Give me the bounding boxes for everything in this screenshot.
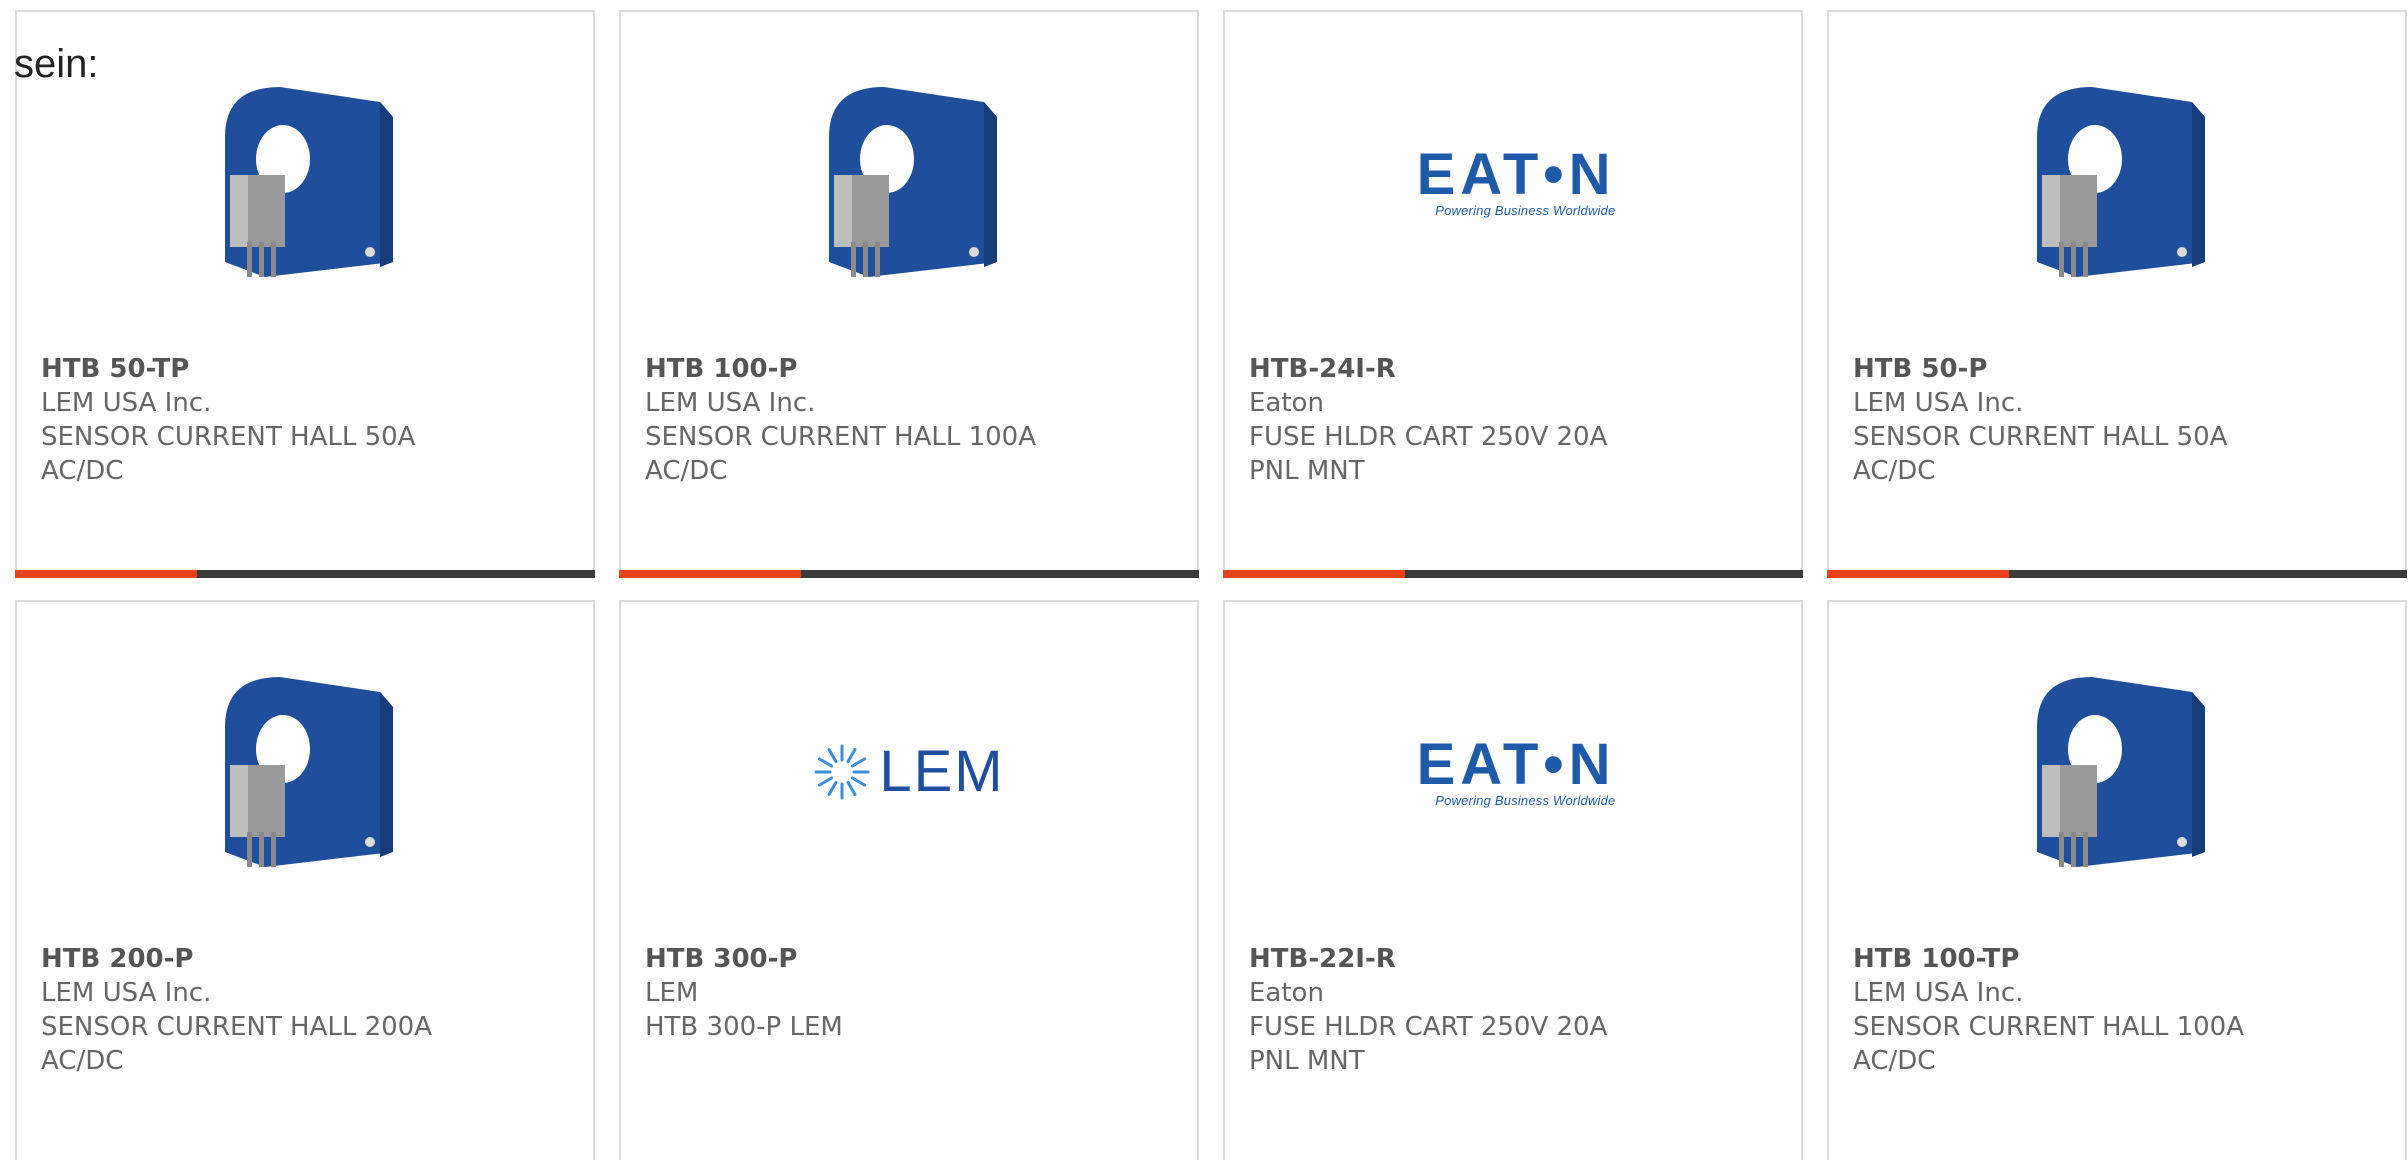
part-number[interactable]: HTB 100-P — [645, 352, 1173, 386]
card-accent-bar — [1827, 570, 2407, 578]
part-number[interactable]: HTB-22I-R — [1249, 942, 1777, 976]
part-number[interactable]: HTB 200-P — [41, 942, 569, 976]
part-number[interactable]: HTB 50-TP — [41, 352, 569, 386]
current-sensor-image — [205, 667, 405, 877]
card-accent-bar — [619, 570, 1199, 578]
manufacturer: LEM USA Inc. — [1853, 978, 2024, 1008]
product-image[interactable]: EAT•N Powering Business Worldwide — [1225, 72, 1801, 292]
card-accent-bar — [1223, 570, 1803, 578]
current-sensor-image — [809, 77, 1009, 287]
intro-text: sein: — [14, 42, 99, 86]
description: SENSOR CURRENT HALL 100A AC/DC — [1853, 1012, 2245, 1076]
product-grid: HTB 50-TP LEM USA Inc. SENSOR CURRENT HA… — [15, 10, 2407, 1160]
lem-logo: LEM — [813, 743, 1004, 801]
product-card[interactable]: LEM HTB 300-P LEM HTB 300-P LEM — [619, 600, 1199, 1160]
manufacturer: LEM USA Inc. — [41, 978, 212, 1008]
part-number[interactable]: HTB 100-TP — [1853, 942, 2381, 976]
product-card[interactable]: EAT•N Powering Business Worldwide HTB-24… — [1223, 10, 1803, 578]
description: SENSOR CURRENT HALL 50A AC/DC — [1853, 422, 2228, 486]
product-image[interactable]: LEM — [621, 662, 1197, 882]
current-sensor-image — [2017, 77, 2217, 287]
current-sensor-image — [2017, 667, 2217, 877]
description: HTB 300-P LEM — [645, 1012, 843, 1042]
product-image[interactable]: EAT•N Powering Business Worldwide — [1225, 662, 1801, 882]
product-card[interactable]: HTB 50-TP LEM USA Inc. SENSOR CURRENT HA… — [15, 10, 595, 578]
description: FUSE HLDR CART 250V 20A PNL MNT — [1249, 1012, 1608, 1076]
manufacturer: LEM USA Inc. — [41, 388, 212, 418]
part-number[interactable]: HTB 300-P — [645, 942, 1173, 976]
manufacturer: LEM USA Inc. — [645, 388, 816, 418]
description: SENSOR CURRENT HALL 200A AC/DC — [41, 1012, 433, 1076]
eaton-logo-tagline: Powering Business Worldwide — [1435, 792, 1616, 808]
card-accent-bar — [15, 570, 595, 578]
manufacturer: LEM — [645, 978, 699, 1008]
product-image[interactable] — [1829, 72, 2405, 292]
product-image[interactable] — [621, 72, 1197, 292]
manufacturer: LEM USA Inc. — [1853, 388, 2024, 418]
description: SENSOR CURRENT HALL 100A AC/DC — [645, 422, 1037, 486]
product-card[interactable]: EAT•N Powering Business Worldwide HTB-22… — [1223, 600, 1803, 1160]
product-card[interactable]: HTB 100-TP LEM USA Inc. SENSOR CURRENT H… — [1827, 600, 2407, 1160]
product-image[interactable] — [1829, 662, 2405, 882]
product-card[interactable]: HTB 200-P LEM USA Inc. SENSOR CURRENT HA… — [15, 600, 595, 1160]
eaton-logo: EAT•N Powering Business Worldwide — [1411, 731, 1616, 808]
eaton-logo-wordmark: EAT•N — [1416, 731, 1616, 797]
current-sensor-image — [205, 77, 405, 287]
product-image[interactable] — [17, 662, 593, 882]
description: SENSOR CURRENT HALL 50A AC/DC — [41, 422, 416, 486]
eaton-logo: EAT•N Powering Business Worldwide — [1411, 141, 1616, 218]
product-card[interactable]: HTB 100-P LEM USA Inc. SENSOR CURRENT HA… — [619, 10, 1199, 578]
lem-logo-wordmark: LEM — [879, 739, 1005, 804]
part-number[interactable]: HTB-24I-R — [1249, 352, 1777, 386]
manufacturer: Eaton — [1249, 978, 1324, 1008]
description: FUSE HLDR CART 250V 20A PNL MNT — [1249, 422, 1608, 486]
lem-logo-burst-icon — [814, 744, 870, 800]
manufacturer: Eaton — [1249, 388, 1324, 418]
part-number[interactable]: HTB 50-P — [1853, 352, 2381, 386]
eaton-logo-wordmark: EAT•N — [1416, 141, 1616, 207]
product-card[interactable]: HTB 50-P LEM USA Inc. SENSOR CURRENT HAL… — [1827, 10, 2407, 578]
product-image[interactable] — [17, 72, 593, 292]
eaton-logo-tagline: Powering Business Worldwide — [1435, 202, 1616, 218]
